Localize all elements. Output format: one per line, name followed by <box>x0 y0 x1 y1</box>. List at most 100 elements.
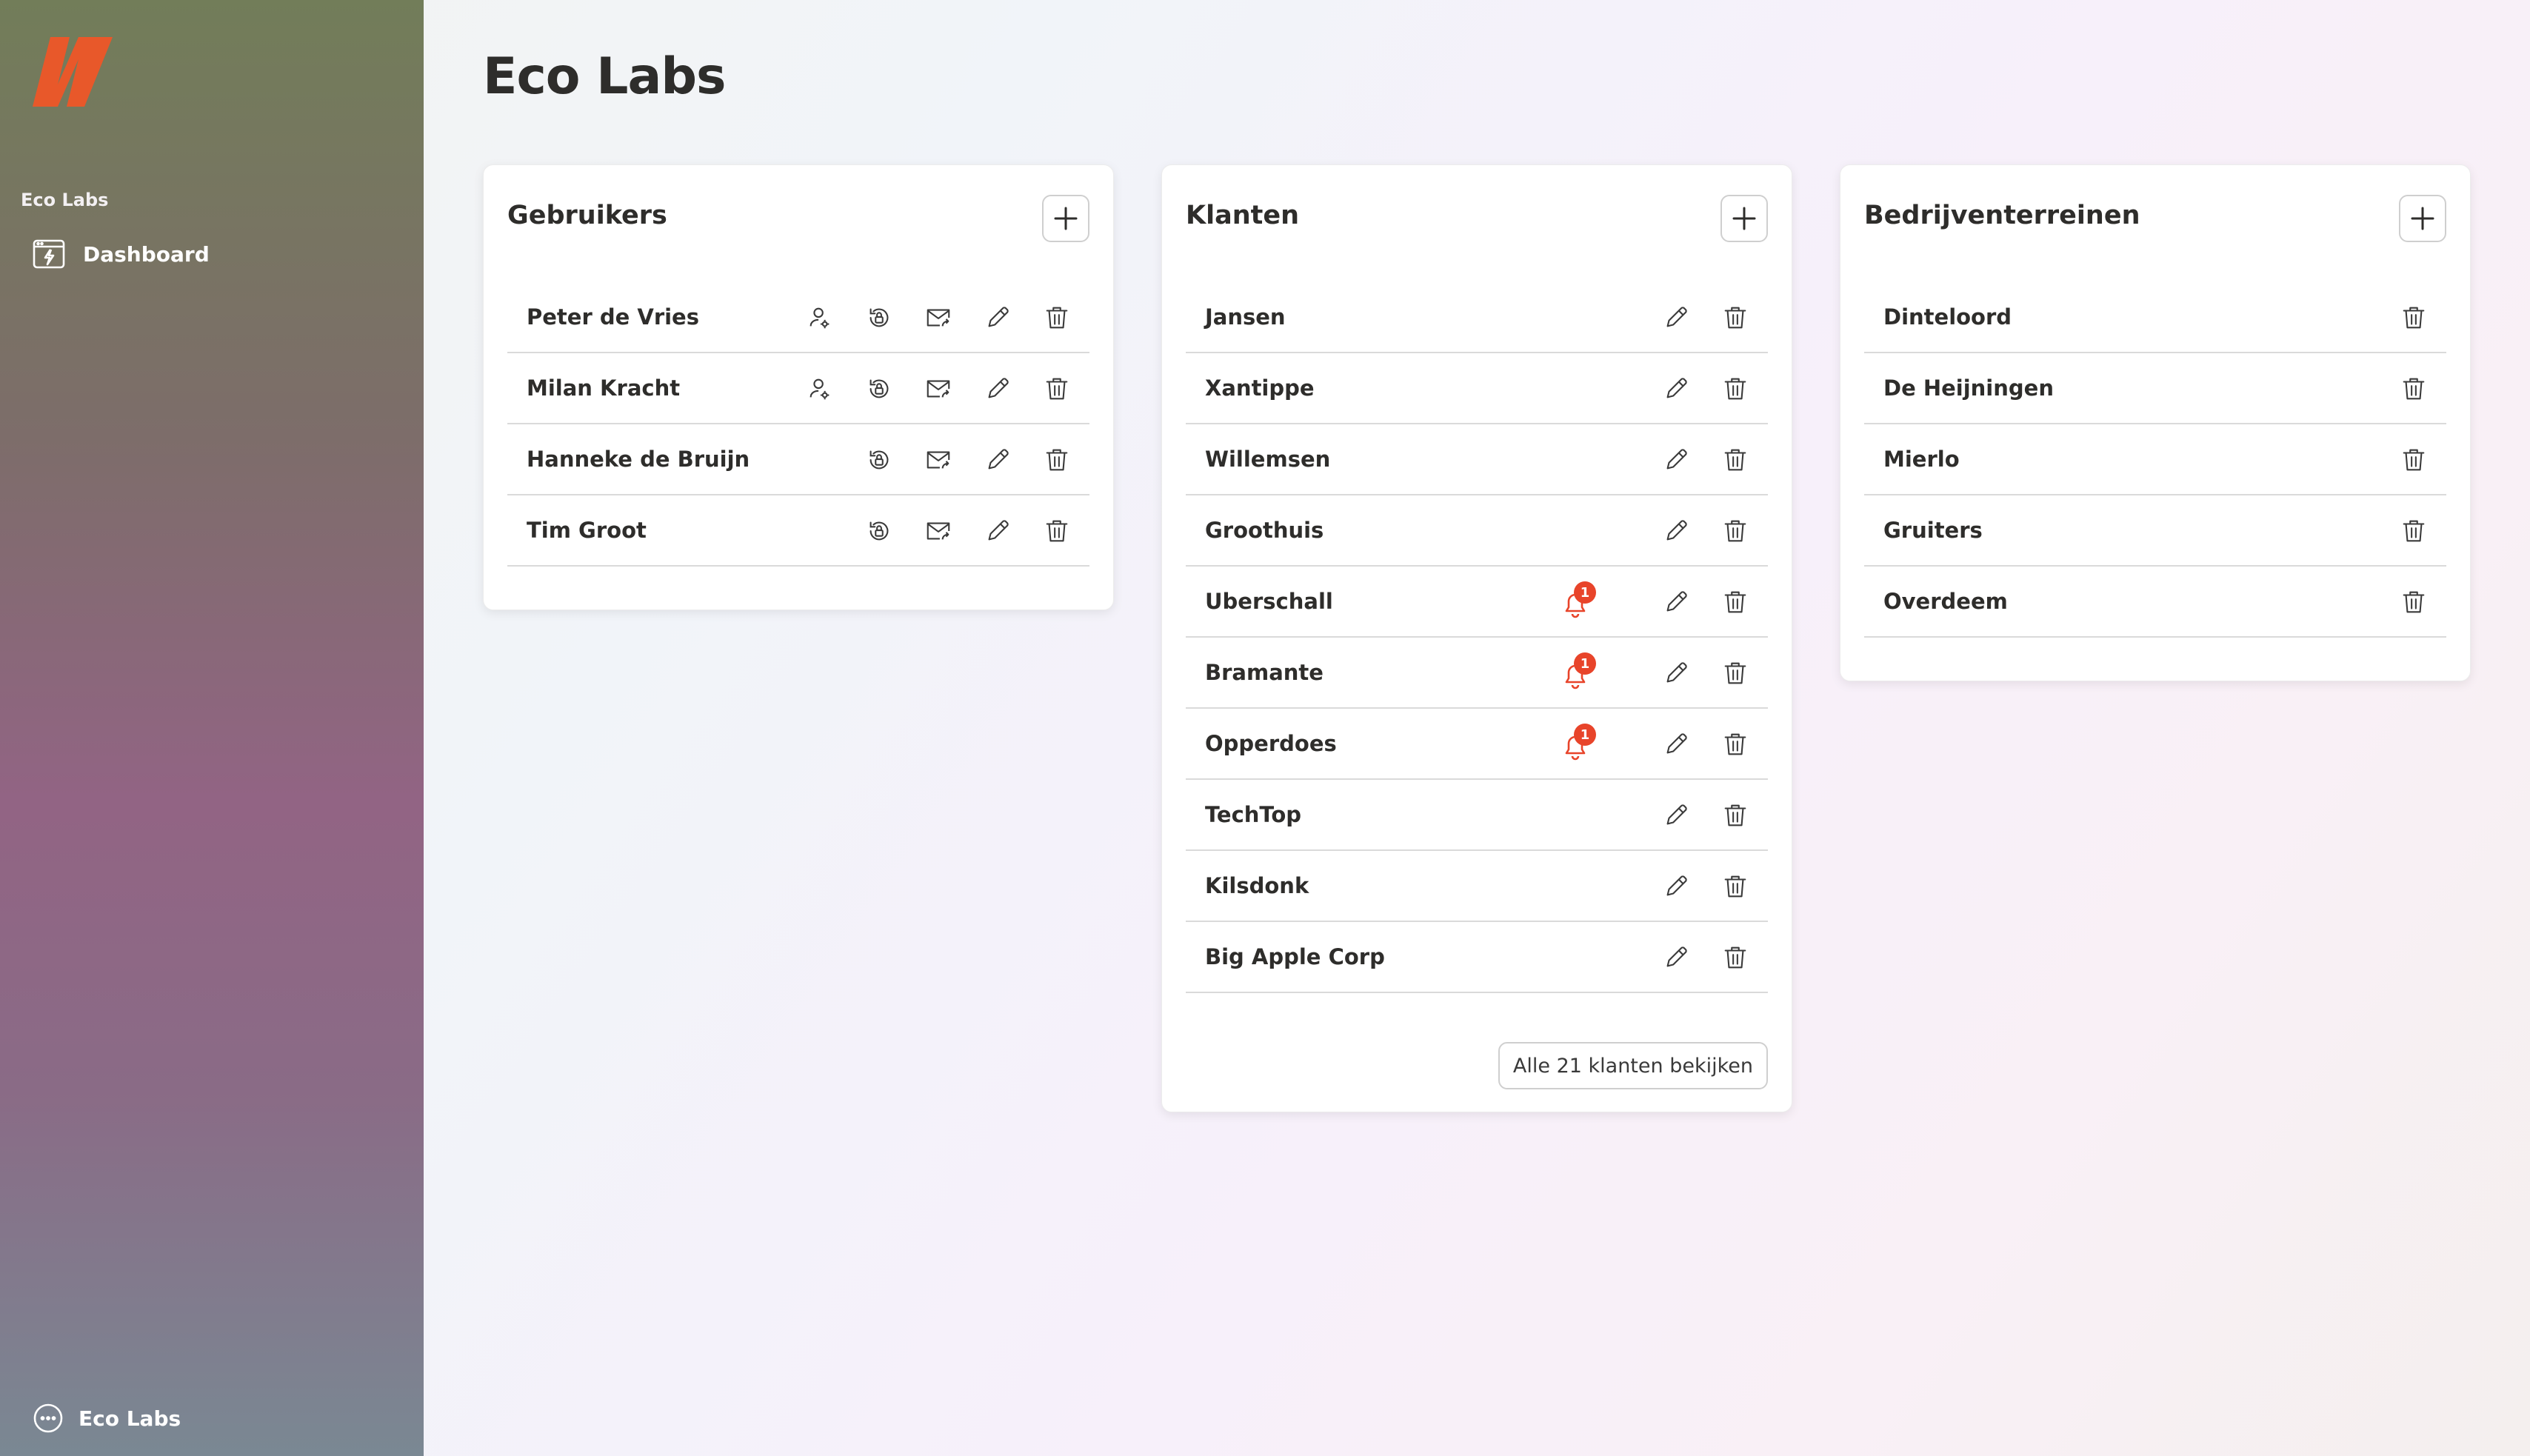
trash-icon[interactable] <box>2399 587 2429 617</box>
notification-bell[interactable]: 1 <box>1559 724 1596 762</box>
user-settings-icon[interactable] <box>805 303 835 333</box>
business-park-row[interactable]: Overdeem <box>1864 567 2446 638</box>
notification-bell[interactable]: 1 <box>1559 652 1596 691</box>
client-row[interactable]: Willemsen <box>1186 424 1768 495</box>
reset-password-icon[interactable] <box>864 303 894 333</box>
user-name: Milan Kracht <box>527 375 681 401</box>
sidebar: Eco Labs Dashboard Eco Labs <box>0 0 424 1456</box>
reset-password-icon[interactable] <box>864 516 894 546</box>
client-row[interactable]: Uberschall 1 <box>1186 567 1768 638</box>
user-row[interactable]: Peter de Vries <box>507 282 1089 353</box>
edit-icon[interactable] <box>983 303 1012 333</box>
reset-password-icon[interactable] <box>864 374 894 404</box>
client-row[interactable]: Opperdoes 1 <box>1186 709 1768 780</box>
user-row[interactable]: Tim Groot <box>507 495 1089 567</box>
sidebar-item-label: Dashboard <box>83 241 210 267</box>
trash-icon[interactable] <box>1720 374 1750 404</box>
business-park-name: Dinteloord <box>1883 304 2012 330</box>
client-row[interactable]: Bramante 1 <box>1186 638 1768 709</box>
clients-card-title: Klanten <box>1186 201 1300 230</box>
trash-icon[interactable] <box>1720 943 1750 972</box>
client-row[interactable]: Jansen <box>1186 282 1768 353</box>
trash-icon[interactable] <box>1042 516 1072 546</box>
trash-icon[interactable] <box>1720 587 1750 617</box>
business-park-name: Mierlo <box>1883 447 1960 472</box>
notification-badge: 1 <box>1574 581 1596 604</box>
client-name: Bramante <box>1205 660 1324 685</box>
trash-icon[interactable] <box>1720 729 1750 759</box>
trash-icon[interactable] <box>2399 516 2429 546</box>
trash-icon[interactable] <box>1720 658 1750 688</box>
add-client-button[interactable] <box>1720 195 1768 242</box>
plus-icon <box>1053 206 1078 231</box>
reset-password-icon[interactable] <box>864 445 894 475</box>
business-park-row[interactable]: Gruiters <box>1864 495 2446 567</box>
user-row[interactable]: Milan Kracht <box>507 353 1089 424</box>
account-label: Eco Labs <box>79 1406 181 1431</box>
edit-icon[interactable] <box>983 374 1012 404</box>
client-name: Willemsen <box>1205 447 1331 472</box>
user-name: Peter de Vries <box>527 304 699 330</box>
notification-bell[interactable]: 1 <box>1559 581 1596 620</box>
users-card: Gebruikers Peter de Vries Milan Kracht H… <box>483 164 1114 610</box>
business-park-name: De Heijningen <box>1883 375 2054 401</box>
trash-icon[interactable] <box>2399 374 2429 404</box>
trash-icon[interactable] <box>2399 303 2429 333</box>
clients-card: Klanten Jansen Xantippe Willemsen Grooth… <box>1161 164 1792 1112</box>
client-name: Jansen <box>1205 304 1286 330</box>
edit-icon[interactable] <box>1661 516 1691 546</box>
edit-icon[interactable] <box>1661 801 1691 830</box>
plus-icon <box>1732 206 1757 231</box>
resend-mail-icon[interactable] <box>924 303 953 333</box>
sidebar-org-label: Eco Labs <box>21 190 109 210</box>
trash-icon[interactable] <box>1720 872 1750 901</box>
resend-mail-icon[interactable] <box>924 445 953 475</box>
edit-icon[interactable] <box>1661 374 1691 404</box>
business-park-row[interactable]: Dinteloord <box>1864 282 2446 353</box>
trash-icon[interactable] <box>1720 801 1750 830</box>
logo[interactable] <box>33 33 113 108</box>
edit-icon[interactable] <box>1661 943 1691 972</box>
client-name: Groothuis <box>1205 518 1324 543</box>
trash-icon[interactable] <box>1720 303 1750 333</box>
account-menu[interactable]: Eco Labs <box>33 1403 181 1434</box>
resend-mail-icon[interactable] <box>924 516 953 546</box>
edit-icon[interactable] <box>1661 729 1691 759</box>
trash-icon[interactable] <box>1720 445 1750 475</box>
edit-icon[interactable] <box>983 516 1012 546</box>
business-park-name: Overdeem <box>1883 589 2008 614</box>
business-park-row[interactable]: Mierlo <box>1864 424 2446 495</box>
trash-icon[interactable] <box>2399 445 2429 475</box>
client-name: Kilsdonk <box>1205 873 1309 898</box>
add-user-button[interactable] <box>1042 195 1089 242</box>
edit-icon[interactable] <box>983 445 1012 475</box>
notification-badge: 1 <box>1574 724 1596 746</box>
view-all-clients-button[interactable]: Alle 21 klanten bekijken <box>1498 1042 1768 1089</box>
client-row[interactable]: TechTop <box>1186 780 1768 851</box>
client-row[interactable]: Kilsdonk <box>1186 851 1768 922</box>
user-row[interactable]: Hanneke de Bruijn <box>507 424 1089 495</box>
client-row[interactable]: Big Apple Corp <box>1186 922 1768 993</box>
edit-icon[interactable] <box>1661 658 1691 688</box>
user-settings-icon[interactable] <box>805 374 835 404</box>
sidebar-item-dashboard[interactable]: Dashboard <box>33 236 210 273</box>
client-row[interactable]: Xantippe <box>1186 353 1768 424</box>
client-row[interactable]: Groothuis <box>1186 495 1768 567</box>
user-name: Hanneke de Bruijn <box>527 447 750 472</box>
user-name: Tim Groot <box>527 518 647 543</box>
business-park-row[interactable]: De Heijningen <box>1864 353 2446 424</box>
resend-mail-icon[interactable] <box>924 374 953 404</box>
trash-icon[interactable] <box>1720 516 1750 546</box>
client-name: Xantippe <box>1205 375 1315 401</box>
edit-icon[interactable] <box>1661 872 1691 901</box>
edit-icon[interactable] <box>1661 587 1691 617</box>
business-parks-card-title: Bedrijventerreinen <box>1864 201 2140 230</box>
client-name: Big Apple Corp <box>1205 944 1385 969</box>
trash-icon[interactable] <box>1042 445 1072 475</box>
add-business-park-button[interactable] <box>2399 195 2446 242</box>
trash-icon[interactable] <box>1042 303 1072 333</box>
trash-icon[interactable] <box>1042 374 1072 404</box>
edit-icon[interactable] <box>1661 445 1691 475</box>
business-parks-card: Bedrijventerreinen Dinteloord De Heijnin… <box>1840 164 2471 681</box>
edit-icon[interactable] <box>1661 303 1691 333</box>
